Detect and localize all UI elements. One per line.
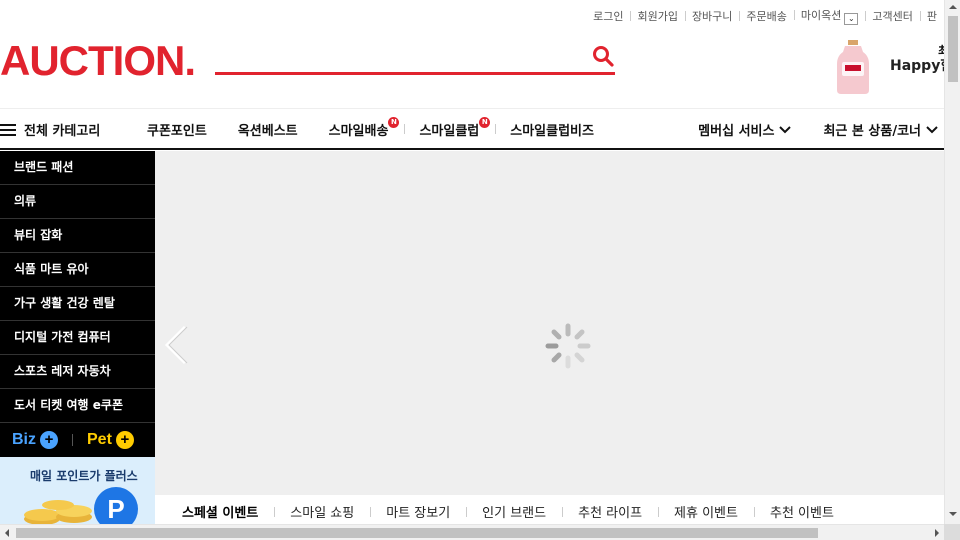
nav-smile-club-biz[interactable]: 스마일클럽비즈 [510,120,594,139]
biz-label: Biz [12,431,36,448]
plus-icon: + [40,431,58,449]
promo-text: 매일 포인트가 플러스 [30,469,138,483]
search-input[interactable] [215,40,575,70]
membership-label: 멤버십 서비스 [698,124,775,139]
tab-partner-event[interactable]: 제휴 이벤트 [658,502,754,521]
hamburger-icon [0,123,16,136]
pet-label: Pet [87,431,112,448]
nav-coupon-point[interactable]: 쿠폰포인트 [147,120,207,139]
recent-products-menu[interactable]: 최근 본 상품/코너 [823,120,938,139]
tab-recommended-life[interactable]: 추천 라이프 [562,502,658,521]
vertical-scrollbar[interactable] [944,0,960,524]
new-badge: N [388,117,400,128]
tab-mart-shopping[interactable]: 마트 장보기 [370,502,466,521]
cart-link[interactable]: 장바구니 [684,8,739,24]
my-auction-menu[interactable]: 마이옥션 ⌄ [793,7,865,25]
chevron-down-icon[interactable]: ⌄ [844,13,859,25]
biz-link[interactable]: Biz + [12,431,58,449]
horizontal-scroll-thumb[interactable] [16,528,818,538]
all-categories-button[interactable]: 전체 카테고리 [0,120,100,139]
vertical-scroll-thumb[interactable] [948,16,958,82]
utility-links: 로그인 회원가입 장바구니 주문배송 마이옥션 ⌄ 고객센터 판 [586,7,944,25]
scrollbar-corner [944,524,960,540]
membership-service-menu[interactable]: 멤버십 서비스 [698,120,792,139]
login-link[interactable]: 로그인 [586,8,630,24]
nav-label: 스마일클럽비즈 [510,124,594,139]
gnb-menu: 쿠폰포인트 옥션베스트 스마일배송 N 스마일클럽 N 스마일클럽비즈 [147,117,625,139]
arrow-left-icon[interactable] [163,325,189,365]
plus-icon: + [115,431,134,449]
header-ad-banner[interactable]: 최 Happy한 [834,38,944,96]
tab-recommended-event[interactable]: 추천 이벤트 [753,502,850,521]
category-item[interactable]: 스포츠 레저 자동차 [0,355,155,389]
category-sidebar: 브랜드 패션 의류 뷰티 잡화 식품 마트 유아 가구 생활 건강 렌탈 디지털… [0,151,155,527]
category-item[interactable]: 브랜드 패션 [0,151,155,185]
search-bar [215,40,615,75]
seller-link[interactable]: 판 [919,8,944,24]
chevron-down-icon [779,125,792,133]
new-badge: N [479,117,491,128]
main-banner-carousel [155,151,944,495]
gnb-right: 멤버십 서비스 최근 본 상품/코너 [666,120,938,139]
loading-spinner-icon [545,323,591,369]
category-item[interactable]: 가구 생활 건강 렌탈 [0,287,155,321]
customer-center-link[interactable]: 고객센터 [865,8,919,24]
biz-pet-row: Biz + Pet + [0,423,155,457]
auction-logo[interactable]: AUCTION. [0,38,196,84]
chevron-down-icon [926,125,938,133]
nav-label: 옥션베스트 [237,124,298,139]
nav-auction-best[interactable]: 옥션베스트 [238,120,298,139]
section-tabs: 스페셜 이벤트 스마일 쇼핑 마트 장보기 인기 브랜드 추천 라이프 제휴 이… [166,496,944,526]
category-item[interactable]: 도서 티켓 여행 e쿠폰 [0,389,155,423]
category-item[interactable]: 디지털 가전 컴퓨터 [0,321,155,355]
category-item[interactable]: 뷰티 잡화 [0,219,155,253]
nav-label: 쿠폰포인트 [147,124,207,139]
tab-special-event[interactable]: 스페셜 이벤트 [166,502,274,521]
my-auction-label: 마이옥션 [800,9,842,22]
ad-text-2: Happy한 [890,58,944,74]
scroll-left-icon[interactable] [5,529,9,537]
horizontal-scrollbar[interactable] [0,524,944,540]
global-nav: 전체 카테고리 쿠폰포인트 옥션베스트 스마일배송 N 스마일클럽 N 스마일클럽비… [0,108,944,150]
tab-smile-shopping[interactable]: 스마일 쇼핑 [274,502,370,521]
scroll-right-icon[interactable] [935,529,939,537]
utility-bar: 로그인 회원가입 장바구니 주문배송 마이옥션 ⌄ 고객센터 판 [0,0,944,30]
nav-label: 스마일클럽 [419,124,480,139]
scroll-down-icon[interactable] [949,512,957,516]
scroll-up-icon[interactable] [949,5,957,9]
search-icon[interactable] [591,44,615,68]
category-item[interactable]: 의류 [0,185,155,219]
signup-link[interactable]: 회원가입 [630,8,684,24]
nav-smile-delivery[interactable]: 스마일배송 N [328,117,406,139]
coins-icon [24,500,92,525]
detergent-bottle-image [837,40,869,94]
tab-popular-brand[interactable]: 인기 브랜드 [466,502,562,521]
order-tracking-link[interactable]: 주문배송 [739,8,793,24]
category-item[interactable]: 식품 마트 유아 [0,253,155,287]
all-categories-label: 전체 카테고리 [24,124,101,139]
recent-label: 최근 본 상품/코너 [823,124,921,139]
point-p-icon: P [94,487,138,527]
point-promo-banner[interactable]: 매일 포인트가 플러스 P [0,457,155,527]
nav-smile-club[interactable]: 스마일클럽 N [419,117,497,139]
pet-link[interactable]: Pet + [87,431,134,449]
nav-label: 스마일배송 [328,124,389,139]
